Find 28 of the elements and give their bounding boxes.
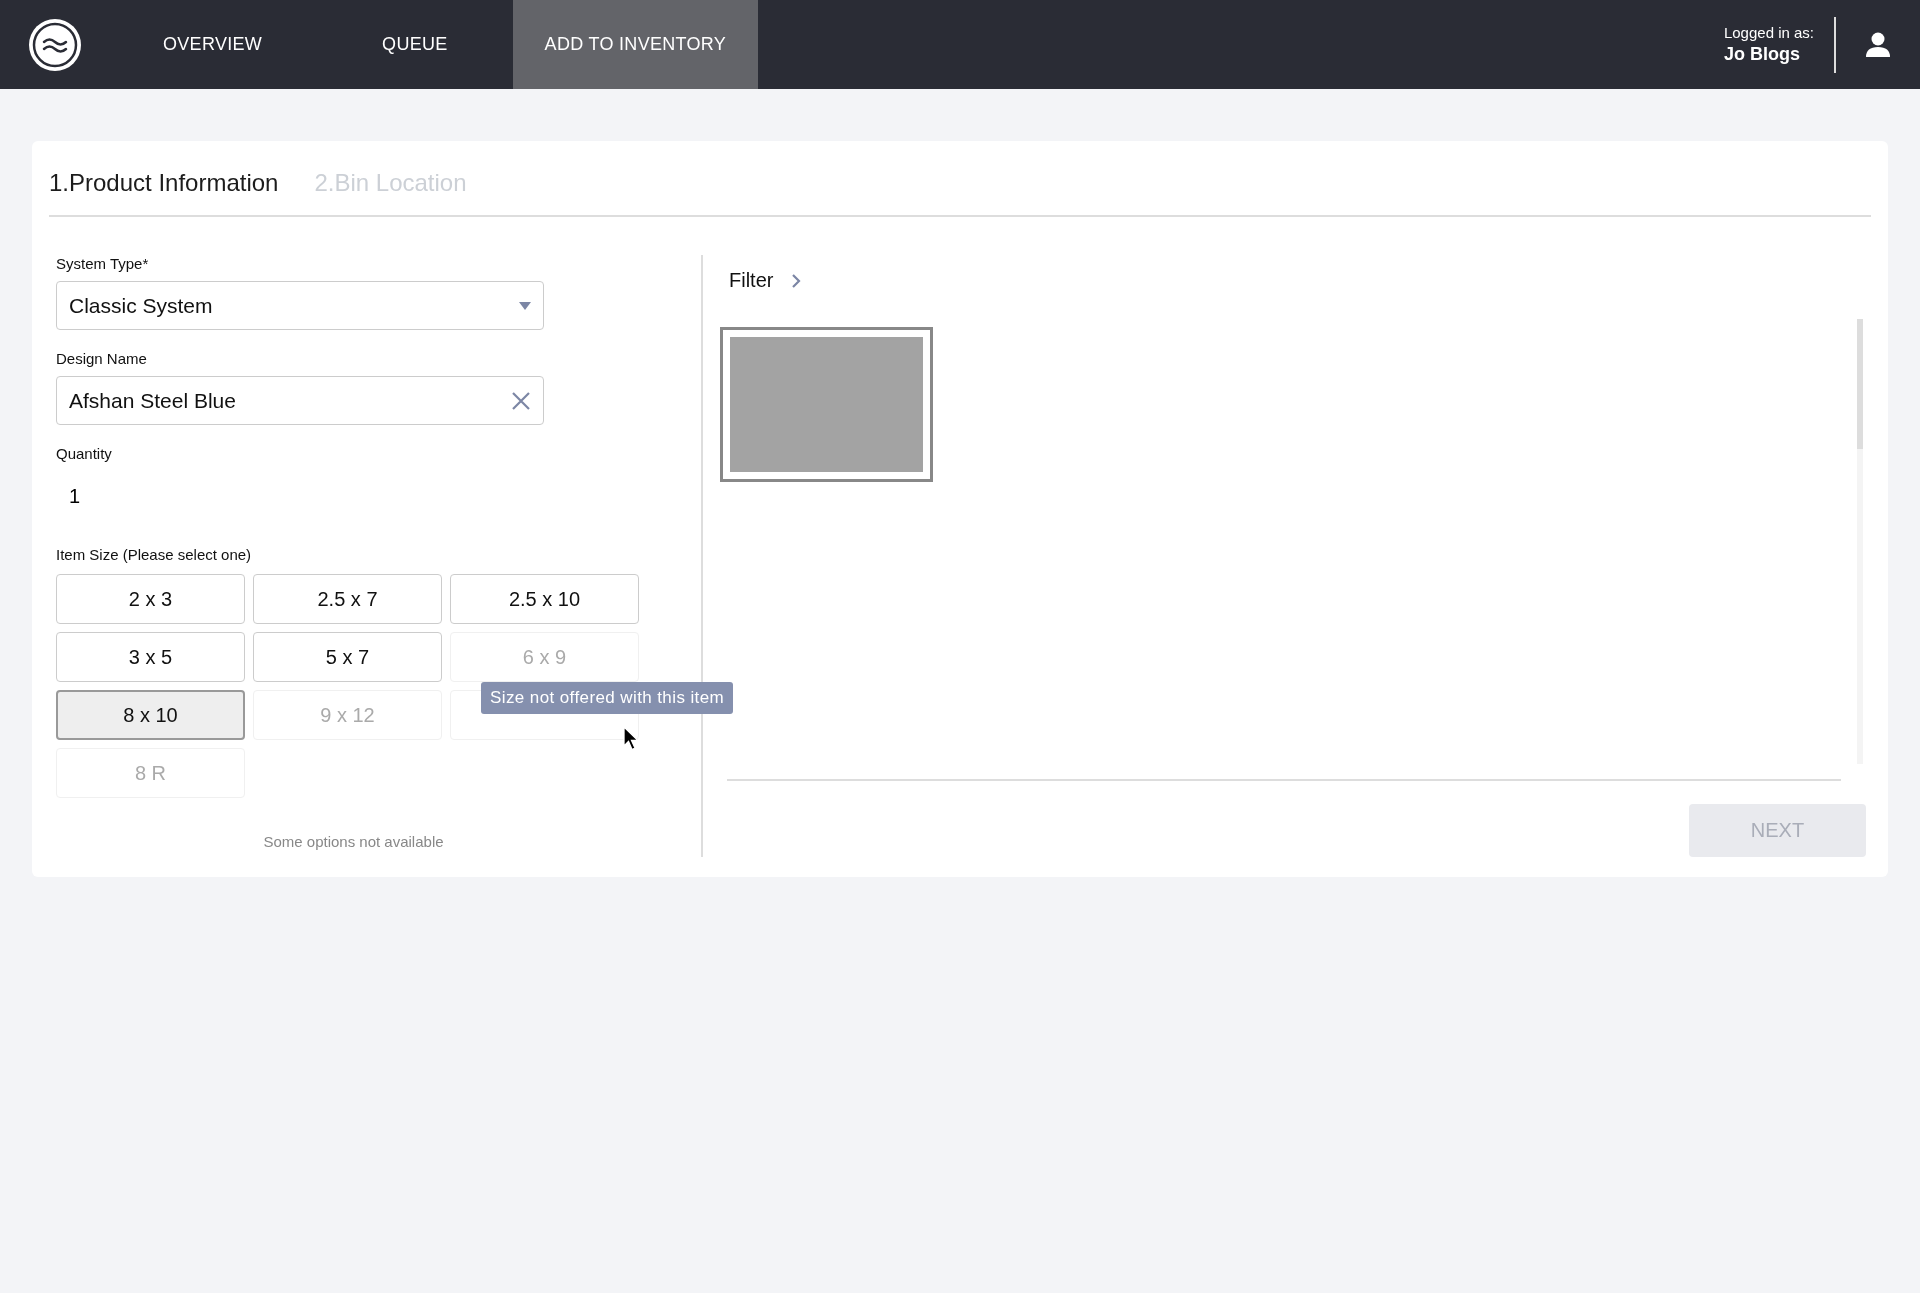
- field-label: System Type*: [56, 255, 149, 272]
- step-tab[interactable]: 1.Product Information: [49, 169, 279, 197]
- logo-icon[interactable]: [27, 16, 83, 73]
- quantity-field[interactable]: 1: [56, 471, 94, 526]
- clear-icon[interactable]: [511, 390, 531, 411]
- size-option[interactable]: 8 x 10: [56, 690, 245, 740]
- size-option[interactable]: 2 x 3: [56, 574, 245, 624]
- dropdown-caret-icon: [519, 301, 531, 310]
- chevron-icon[interactable]: [791, 272, 802, 289]
- size-option[interactable]: 5 x 7: [253, 632, 442, 682]
- tooltip: Size not offered with this item: [481, 682, 734, 714]
- scrollbar-thumb[interactable]: [1857, 319, 1863, 449]
- size-option[interactable]: 3 x 5: [56, 632, 245, 682]
- size-option[interactable]: 2.5 x 7: [253, 574, 442, 624]
- design-name-field[interactable]: Afshan Steel Blue: [56, 376, 544, 425]
- field-label: Quantity: [56, 445, 112, 462]
- user-icon[interactable]: [1864, 30, 1892, 59]
- login-caption: Logged in as:: [1723, 24, 1814, 41]
- nav-tab[interactable]: ADD TO INVENTORY: [512, 0, 759, 89]
- field-label: Item Size (Please select one): [56, 546, 252, 563]
- nav-tab[interactable]: QUEUE: [317, 0, 513, 89]
- filter-link[interactable]: Filter: [729, 269, 802, 292]
- size-option[interactable]: 2.5 x 10: [450, 574, 639, 624]
- availability-note: Some options not available: [263, 833, 444, 850]
- nav-tab[interactable]: OVERVIEW: [108, 0, 318, 89]
- field-label: Design Name: [56, 350, 147, 367]
- user-name: Jo Blogs: [1723, 44, 1801, 65]
- system-type-select[interactable]: Classic System: [56, 281, 544, 330]
